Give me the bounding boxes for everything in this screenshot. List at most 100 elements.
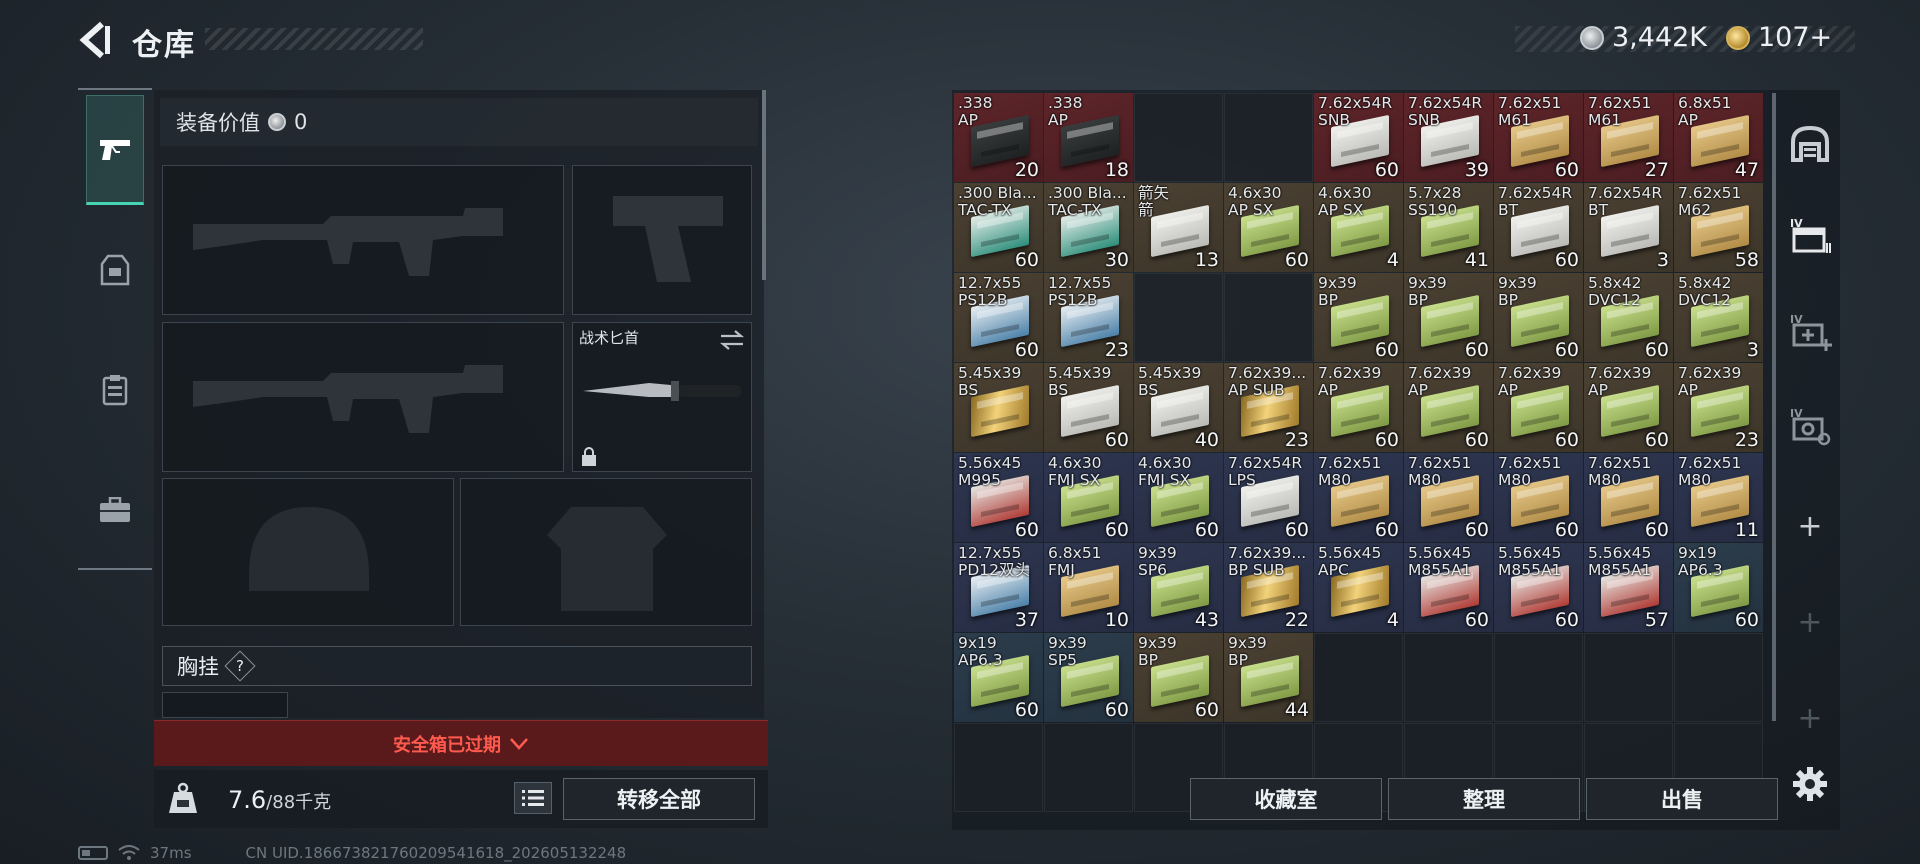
add-storage-iv-button[interactable]: IV bbox=[1784, 306, 1836, 358]
ammo-item-cell[interactable]: 7.62x51 M80 60 bbox=[1494, 453, 1583, 542]
collection-room-button[interactable]: 收藏室 bbox=[1190, 778, 1382, 820]
ammo-item-cell[interactable]: 4.6x30 AP SX 60 bbox=[1224, 183, 1313, 272]
ammo-item-cell[interactable]: .338 AP 20 bbox=[954, 93, 1043, 182]
ammo-item-cell[interactable]: 6.8x51 AP 47 bbox=[1674, 93, 1763, 182]
ammo-item-cell[interactable]: 6.8x51 FMJ 10 bbox=[1044, 543, 1133, 632]
tab-armor[interactable] bbox=[86, 215, 144, 325]
weight-kg-icon bbox=[169, 782, 197, 813]
ammo-item-cell[interactable]: 7.62x39 AP 60 bbox=[1314, 363, 1403, 452]
tactical-knife-icon bbox=[583, 381, 741, 401]
silver-currency: 3,442K bbox=[1580, 22, 1707, 53]
sell-button[interactable]: 出售 bbox=[1586, 778, 1778, 820]
ammo-item-cell[interactable]: 5.56x45 APC 4 bbox=[1314, 543, 1403, 632]
ammo-item-cell[interactable]: 5.45x39 BS 60 bbox=[1044, 363, 1133, 452]
ammo-item-quantity: 18 bbox=[1104, 159, 1129, 181]
ammo-item-cell[interactable]: 7.62x51 M61 60 bbox=[1494, 93, 1583, 182]
equipment-scrollbar[interactable] bbox=[762, 90, 766, 280]
ammo-item-cell[interactable]: 5.7x28 SS190 41 bbox=[1404, 183, 1493, 272]
primary-weapon-slot[interactable] bbox=[162, 165, 564, 315]
ammo-item-cell[interactable]: 7.62x54R BT 60 bbox=[1494, 183, 1583, 272]
settings-button[interactable] bbox=[1784, 758, 1836, 810]
ammo-item-cell[interactable]: 5.56x45 M855A1 57 bbox=[1584, 543, 1673, 632]
ammo-item-cell[interactable]: 7.62x39 AP 60 bbox=[1494, 363, 1583, 452]
ammo-item-cell[interactable]: .338 AP 18 bbox=[1044, 93, 1133, 182]
ammo-item-cell[interactable]: 9x39 SP5 60 bbox=[1044, 633, 1133, 722]
tab-rigs[interactable] bbox=[86, 335, 144, 445]
ammo-item-cell[interactable]: 5.56x45 M995 60 bbox=[954, 453, 1043, 542]
secondary-weapon-slot[interactable] bbox=[572, 165, 752, 315]
ammo-item-cell[interactable]: 7.62x51 M80 11 bbox=[1674, 453, 1763, 542]
ammo-item-name: 5.7x28 SS190 bbox=[1408, 184, 1462, 219]
ammo-box-iv-button[interactable]: IV bbox=[1784, 400, 1836, 452]
ammo-item-cell[interactable]: 4.6x30 FMJ SX 60 bbox=[1044, 453, 1133, 542]
ammo-item-cell[interactable]: 4.6x30 FMJ SX 60 bbox=[1134, 453, 1223, 542]
ammo-item-quantity: 60 bbox=[1554, 609, 1579, 631]
ammo-item-cell[interactable]: 7.62x54R SNB 60 bbox=[1314, 93, 1403, 182]
add-slot-icon: + bbox=[1797, 700, 1823, 736]
ammo-item-cell[interactable]: 9x19 AP6.3 60 bbox=[1674, 543, 1763, 632]
ammo-item-cell[interactable]: 7.62x54R LPS 60 bbox=[1224, 453, 1313, 542]
warehouse-scrollbar[interactable] bbox=[1772, 93, 1776, 721]
ammo-item-cell[interactable]: 7.62x51 M62 58 bbox=[1674, 183, 1763, 272]
melee-slot[interactable]: 战术匕首 bbox=[572, 322, 752, 472]
ammo-item-cell[interactable]: 5.45x39 BS 40 bbox=[1134, 363, 1223, 452]
ammo-item-cell[interactable]: 7.62x51 M80 60 bbox=[1404, 453, 1493, 542]
tab-cases[interactable] bbox=[86, 455, 144, 565]
ammo-item-cell[interactable]: 12.7x55 PS12B 23 bbox=[1044, 273, 1133, 362]
ammo-item-cell[interactable]: 9x19 AP6.3 60 bbox=[954, 633, 1043, 722]
chest-rig-slot[interactable]: 胸挂 ? bbox=[162, 646, 752, 686]
body-armor-slot[interactable] bbox=[460, 478, 752, 626]
back-arrow-icon[interactable] bbox=[78, 20, 112, 60]
ammo-item-cell[interactable]: 7.62x39 AP 60 bbox=[1584, 363, 1673, 452]
add-slot-icon[interactable]: + bbox=[1784, 500, 1836, 552]
help-icon[interactable]: ? bbox=[224, 650, 256, 682]
ammo-item-cell[interactable]: 7.62x39... BP SUB 22 bbox=[1224, 543, 1313, 632]
ammo-item-cell[interactable]: 7.62x51 M61 27 bbox=[1584, 93, 1673, 182]
ammo-item-cell[interactable]: 7.62x51 M80 60 bbox=[1314, 453, 1403, 542]
ammo-item-cell[interactable]: 9x39 SP6 43 bbox=[1134, 543, 1223, 632]
ammo-item-cell[interactable]: 7.62x54R SNB 39 bbox=[1404, 93, 1493, 182]
helmet-slot[interactable] bbox=[162, 478, 454, 626]
ammo-item-name: 7.62x51 M62 bbox=[1678, 184, 1742, 219]
ammo-item-cell[interactable]: 9x39 BP 60 bbox=[1314, 273, 1403, 362]
ammo-item-cell[interactable]: 4.6x30 AP SX 4 bbox=[1314, 183, 1403, 272]
gold-currency[interactable]: 107+ bbox=[1726, 22, 1832, 53]
organize-button[interactable]: 整理 bbox=[1388, 778, 1580, 820]
ammo-item-name: 6.8x51 AP bbox=[1678, 94, 1732, 129]
ammo-item-cell[interactable]: 9x39 BP 60 bbox=[1134, 633, 1223, 722]
safe-box-expired-banner[interactable]: 安全箱已过期 bbox=[154, 720, 768, 766]
ammo-item-cell[interactable]: 5.45x39 BS bbox=[954, 363, 1043, 452]
transfer-all-button[interactable]: 转移全部 bbox=[563, 778, 755, 820]
ammo-item-name: 7.62x39 AP bbox=[1678, 364, 1742, 399]
ammo-item-name: 9x19 AP6.3 bbox=[1678, 544, 1723, 579]
warehouse-storage-button[interactable] bbox=[1784, 118, 1836, 170]
ammo-item-name: 5.45x39 BS bbox=[1138, 364, 1202, 399]
ammo-item-cell[interactable]: 5.56x45 M855A1 60 bbox=[1494, 543, 1583, 632]
tab-weapons[interactable] bbox=[86, 95, 144, 205]
ammo-item-cell[interactable]: 箭矢 箭 13 bbox=[1134, 183, 1223, 272]
rig-cell-slot[interactable] bbox=[162, 692, 288, 718]
expansion-box-iv-button[interactable]: IV bbox=[1784, 210, 1836, 262]
ammo-item-cell[interactable]: 12.7x55 PD12双头 37 bbox=[954, 543, 1043, 632]
ammo-item-cell[interactable]: .300 Bla... TAC-TX 60 bbox=[954, 183, 1043, 272]
ammo-item-cell[interactable]: 12.7x55 PS12B 60 bbox=[954, 273, 1043, 362]
ammo-item-cell[interactable]: 9x39 BP 60 bbox=[1494, 273, 1583, 362]
ammo-item-quantity: 40 bbox=[1194, 429, 1219, 451]
ammo-item-cell[interactable]: 5.56x45 M855A1 60 bbox=[1404, 543, 1493, 632]
ammo-item-cell[interactable]: 5.8x42 DVC12 3 bbox=[1674, 273, 1763, 362]
ammo-item-cell[interactable]: .300 Bla... TAC-TX 30 bbox=[1044, 183, 1133, 272]
ammo-item-name: 5.8x42 DVC12 bbox=[1588, 274, 1642, 309]
ammo-item-cell[interactable]: 9x39 BP 44 bbox=[1224, 633, 1313, 722]
swap-icon[interactable] bbox=[719, 329, 745, 351]
ammo-item-cell[interactable]: 9x39 BP 60 bbox=[1404, 273, 1493, 362]
ammo-item-cell[interactable]: 7.62x39 AP 60 bbox=[1404, 363, 1493, 452]
empty-grid-cell bbox=[1314, 633, 1403, 722]
ammo-item-cell[interactable]: 7.62x39... AP SUB 23 bbox=[1224, 363, 1313, 452]
secondary-rifle-slot[interactable] bbox=[162, 322, 564, 472]
ammo-item-cell[interactable]: 5.8x42 DVC12 60 bbox=[1584, 273, 1673, 362]
ammo-item-cell[interactable]: 7.62x51 M80 60 bbox=[1584, 453, 1673, 542]
ammo-item-cell[interactable]: 7.62x54R BT 3 bbox=[1584, 183, 1673, 272]
armor-silhouette-icon bbox=[547, 507, 667, 611]
list-view-button[interactable] bbox=[514, 782, 552, 814]
ammo-item-cell[interactable]: 7.62x39 AP 23 bbox=[1674, 363, 1763, 452]
